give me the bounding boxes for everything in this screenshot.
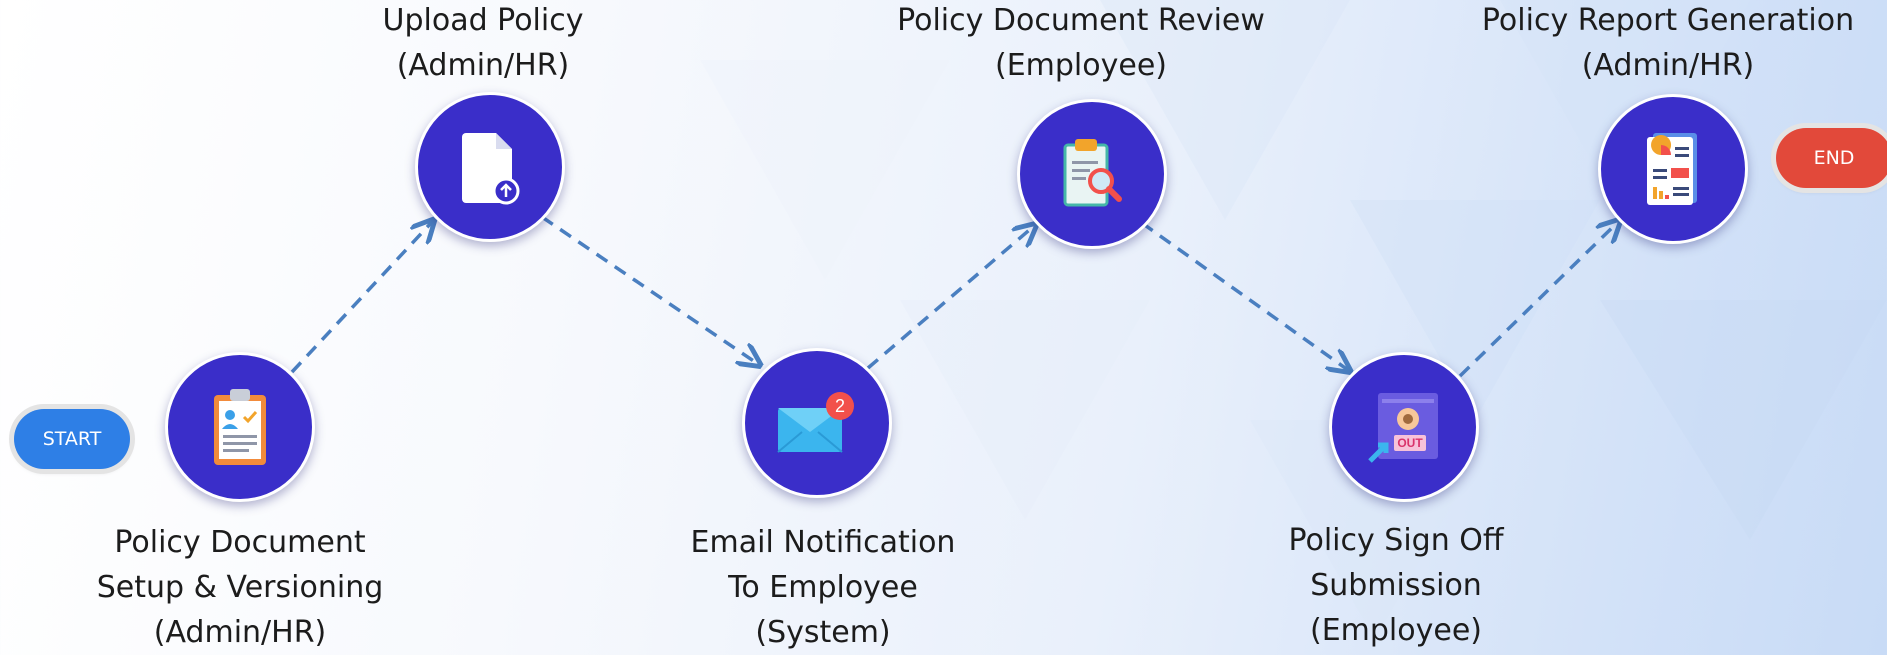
document-upload-icon [462,133,520,205]
step-label-2: Upload Policy (Admin/HR) [382,3,584,83]
end-pill: END [1776,128,1887,188]
step-label-3: Email Notification To Employee (System) [690,525,956,650]
connector-4 [1140,221,1348,370]
step-node-6 [1598,94,1748,244]
sign-off-out-icon: OUT [1368,393,1438,463]
connector-2 [541,215,758,364]
step-node-3: 2 [742,348,892,498]
step-label-4: Policy Document Review (Employee) [897,3,1265,83]
notification-badge: 2 [835,396,845,416]
connector-1 [290,222,432,374]
step-node-1 [165,352,315,502]
step-label-5: Policy Sign Off Submission (Employee) [1288,523,1504,648]
report-document-icon [1647,133,1697,205]
clipboard-checklist-icon [214,389,266,465]
step-node-2 [415,92,565,242]
step-label-1: Policy Document Setup & Versioning (Admi… [96,525,384,650]
connector-5 [1458,222,1618,378]
step-node-4 [1017,99,1167,249]
email-notification-icon: 2 [777,392,854,453]
step-node-5: OUT [1329,352,1479,502]
start-pill: START [14,409,130,469]
step-label-6: Policy Report Generation (Admin/HR) [1481,3,1855,83]
clipboard-search-icon [1063,139,1122,207]
connector-3 [866,226,1034,370]
out-tag: OUT [1397,436,1423,450]
